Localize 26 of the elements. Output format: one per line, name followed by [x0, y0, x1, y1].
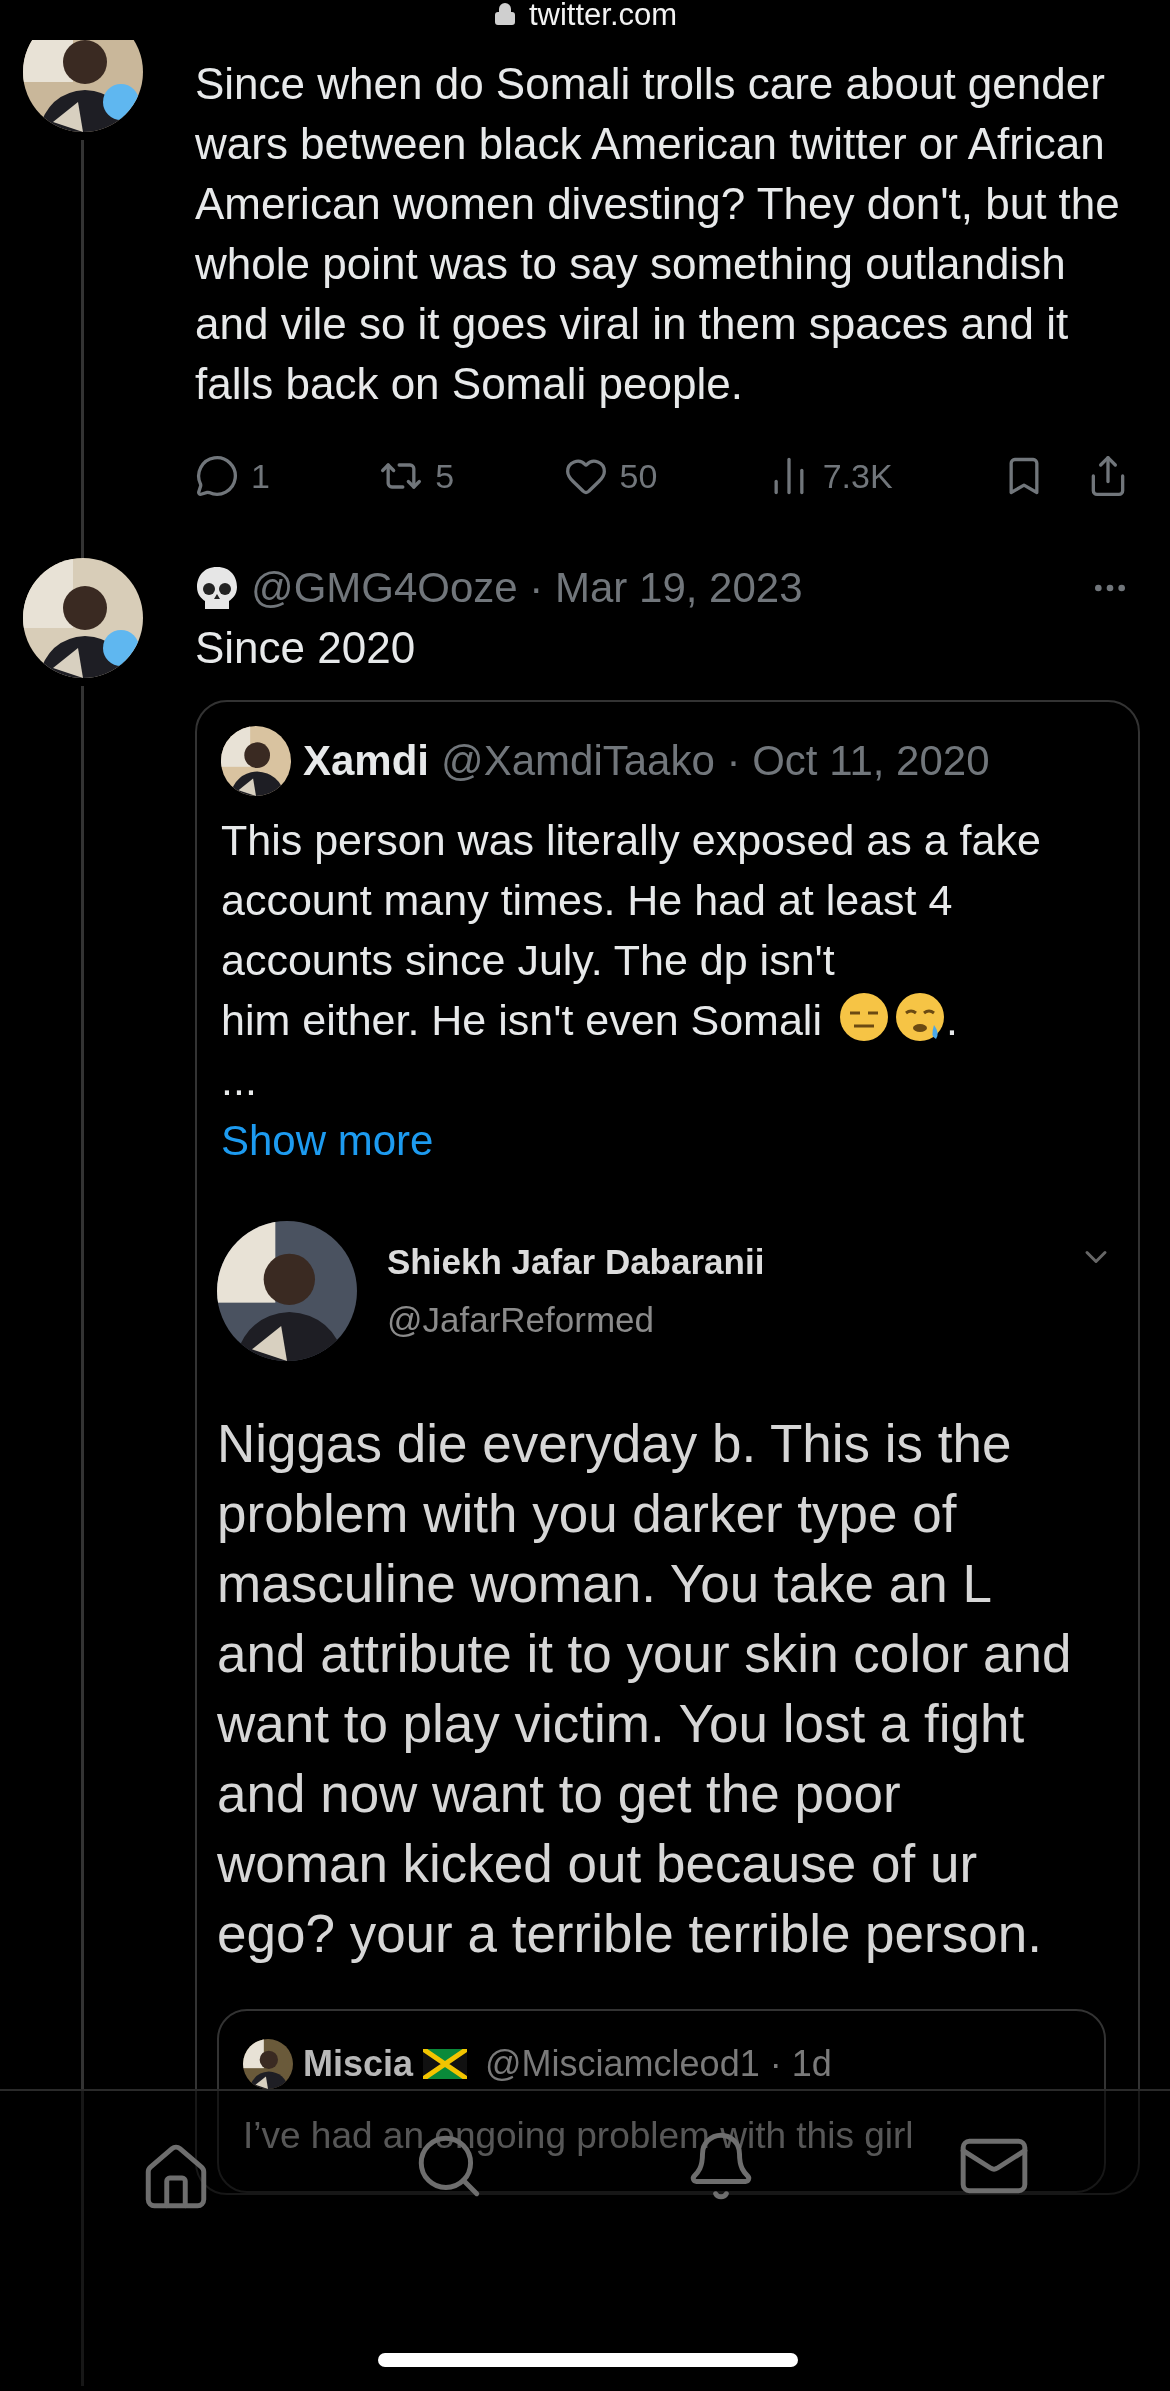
tweet-meta: @GMG4Ooze · Mar 19, 2023	[251, 564, 803, 612]
reply-icon[interactable]	[195, 454, 239, 498]
quote-author-name: Xamdi	[303, 737, 430, 785]
quote-text: him either. He isn't even Somali	[221, 996, 822, 1044]
tweet-text: Since 2020	[195, 622, 417, 674]
flag-icon	[423, 2049, 468, 2079]
url-text: twitter.com	[528, 0, 678, 30]
tweet-text: Since when do Somali trolls care about gender wars between black American twitter or African American women divesting? They don't, but the whole point was to say something outlandish and vile so it goes viral in them spaces and it falls back on Somali people.	[195, 58, 1120, 410]
skull-icon	[195, 565, 239, 611]
retweet-count: 5	[435, 456, 455, 496]
quote-text-end: .	[945, 996, 958, 1044]
quote-card[interactable]	[195, 700, 1140, 2195]
sleepy-emoji-icon	[893, 991, 946, 1043]
nested-author-name: Miscia	[303, 2043, 414, 2085]
views-count: 7.3K	[822, 456, 893, 496]
ellipsis-text: ...	[221, 1056, 257, 1104]
reply-count: 1	[251, 456, 270, 496]
lock-icon	[492, 2, 517, 26]
show-more-link[interactable]: Show more	[221, 1111, 434, 1171]
author-handle: @JafarReformed	[387, 1300, 655, 1340]
like-count: 50	[619, 456, 658, 496]
expressionless-emoji-icon	[837, 991, 890, 1043]
screenshot-text: Niggas die everyday b. This is the problem with you darker type of masculine woman. You take an L and attribute it to your skin color and want to play victim. You lost a fight and now want to get the poor woman kicked out because of ur ego? your a terrible terrible person.	[217, 1413, 1073, 1965]
nested-meta: @Misciamcleod1 · 1d	[485, 2043, 832, 2085]
quote-meta: @XamdiTaako · Oct 11, 2020	[441, 737, 990, 785]
author-name: Shiekh Jafar Dabaranii	[387, 1242, 766, 1282]
